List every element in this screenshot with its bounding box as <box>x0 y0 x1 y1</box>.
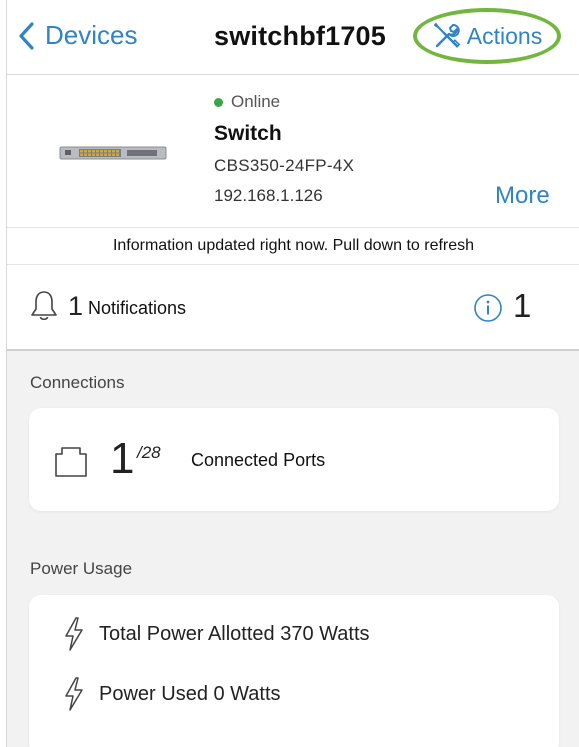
nav-header: Devices switchbf1705 Actions <box>7 0 579 75</box>
port-icon <box>55 447 87 477</box>
device-model: CBS350-24FP-4X <box>214 156 355 175</box>
tools-icon <box>433 23 461 48</box>
dashboard-body: Connections 1 /28 Connected Ports Power … <box>7 351 579 747</box>
notifications-label: Notifications <box>88 298 187 318</box>
power-used-row: Power Used 0 Watts <box>63 677 281 711</box>
power-allotted-text: Total Power Allotted 370 Watts <box>99 622 370 645</box>
info-circle-icon <box>474 294 502 322</box>
device-detail-screen: Devices switchbf1705 Actions Online Swit… <box>6 0 579 747</box>
back-button[interactable]: Devices <box>17 20 137 51</box>
status-text: Online <box>231 92 281 111</box>
page-title: switchbf1705 <box>214 21 386 51</box>
connected-ports-card[interactable]: 1 /28 Connected Ports <box>29 408 559 511</box>
lightning-icon <box>65 617 83 651</box>
lightning-icon <box>65 677 83 711</box>
device-ip: 192.168.1.126 <box>214 186 323 205</box>
actions-button-label: Actions <box>466 22 543 49</box>
more-link[interactable]: More <box>495 182 550 210</box>
power-used-text: Power Used 0 Watts <box>99 682 281 705</box>
power-section-title: Power Usage <box>30 559 133 578</box>
actions-button[interactable]: Actions <box>413 8 561 64</box>
device-type: Switch <box>214 122 282 145</box>
connected-port-count: 1 <box>110 434 135 483</box>
bell-icon <box>31 291 57 321</box>
switch-device-image <box>59 146 167 160</box>
notification-count: 1 <box>68 291 84 321</box>
total-port-count: /28 <box>137 443 161 462</box>
back-button-label: Devices <box>45 20 138 50</box>
device-summary: Online Switch CBS350-24FP-4X 192.168.1.1… <box>7 75 579 228</box>
notifications-row[interactable]: 1 Notifications 1 <box>7 265 579 351</box>
refresh-info-message: Information updated right now. Pull down… <box>7 228 579 265</box>
power-usage-card[interactable]: Total Power Allotted 370 Watts Power Use… <box>29 595 559 747</box>
connected-ports-label: Connected Ports <box>191 450 326 470</box>
status-dot-icon <box>214 97 223 107</box>
online-status: Online <box>214 92 280 112</box>
chevron-left-icon <box>19 21 34 50</box>
connections-section-title: Connections <box>30 373 125 392</box>
info-notification-count: 1 <box>513 287 532 324</box>
power-allotted-row: Total Power Allotted 370 Watts <box>63 617 370 651</box>
